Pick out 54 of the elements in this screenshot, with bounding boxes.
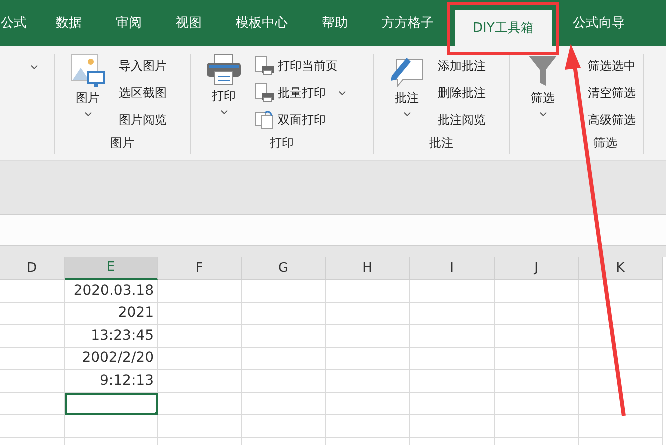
group-label: 筛选 xyxy=(594,135,618,152)
column-header[interactable]: J xyxy=(495,257,579,280)
ribbon-button[interactable]: 批注阅览 xyxy=(438,110,486,130)
ribbon-button[interactable]: 批量打印 xyxy=(255,83,348,103)
table-cell: 2002/2/20 xyxy=(65,348,158,370)
ribbon-button[interactable]: 清空筛选 xyxy=(588,83,636,103)
table-cell: 9:12:13 xyxy=(65,370,158,392)
ribbon-button[interactable]: 添加批注 xyxy=(438,56,486,76)
group-label: 批注 xyxy=(430,135,454,152)
ribbon-tab[interactable]: 模板中心 xyxy=(219,0,305,46)
picture-icon xyxy=(71,54,105,88)
ribbon-tab[interactable]: DIY工具箱 xyxy=(455,10,552,46)
column-header[interactable]: K xyxy=(579,257,663,280)
column-header[interactable]: E xyxy=(65,257,158,280)
ribbon-tab[interactable]: 方方格子 xyxy=(365,0,451,46)
ribbon-tab[interactable]: 公式 xyxy=(0,0,39,46)
column-header[interactable]: D xyxy=(0,257,65,280)
ribbon-large-button[interactable]: 筛选 xyxy=(520,54,566,135)
ribbon-button[interactable]: 删除批注 xyxy=(438,83,486,103)
grid-cell xyxy=(0,325,65,348)
duplex-page-icon xyxy=(255,110,275,130)
ribbon-button[interactable]: 高级筛选 xyxy=(588,110,636,130)
page-printer-icon xyxy=(255,83,275,103)
ribbon-large-button[interactable]: 打印 xyxy=(201,54,247,135)
ribbon-button[interactable]: 双面打印 xyxy=(255,110,348,130)
ribbon-button[interactable]: 导入图片 xyxy=(119,56,167,76)
group-label: 打印 xyxy=(270,135,294,152)
ribbon-tab[interactable]: 数据 xyxy=(39,0,99,46)
table-cell: 2021 xyxy=(65,302,158,325)
ribbon-button[interactable]: 图片阅览 xyxy=(119,110,167,130)
column-header[interactable]: G xyxy=(242,257,326,280)
ribbon-button[interactable]: 筛选选中 xyxy=(588,56,636,76)
ribbon-button[interactable]: 打印当前页 xyxy=(255,56,348,76)
grid-cell xyxy=(0,280,65,302)
ribbon-tab[interactable]: 审阅 xyxy=(99,0,159,46)
grid-cell xyxy=(0,302,65,325)
group-label: 图片 xyxy=(110,135,134,152)
table-cell: 13:23:45 xyxy=(65,325,158,348)
column-header[interactable]: H xyxy=(326,257,410,280)
ribbon-large-button[interactable]: 图片 xyxy=(65,54,111,135)
ribbon-tab[interactable]: 视图 xyxy=(159,0,219,46)
grid-cell xyxy=(0,415,65,438)
ribbon-tab[interactable]: 公式向导 xyxy=(556,0,642,46)
grid-cell xyxy=(0,370,65,392)
column-header[interactable]: F xyxy=(158,257,242,280)
grid-cell xyxy=(0,348,65,370)
ribbon-tab[interactable]: 帮助 xyxy=(305,0,365,46)
page-printer-icon xyxy=(255,56,275,76)
printer-icon xyxy=(206,54,242,86)
table-cell: 2020.03.18 xyxy=(65,280,158,302)
filter-icon xyxy=(528,54,558,88)
ribbon-large-button[interactable]: 批注 xyxy=(384,54,430,135)
ribbon-button[interactable]: 选区截图 xyxy=(119,83,167,103)
column-header[interactable]: I xyxy=(410,257,495,280)
